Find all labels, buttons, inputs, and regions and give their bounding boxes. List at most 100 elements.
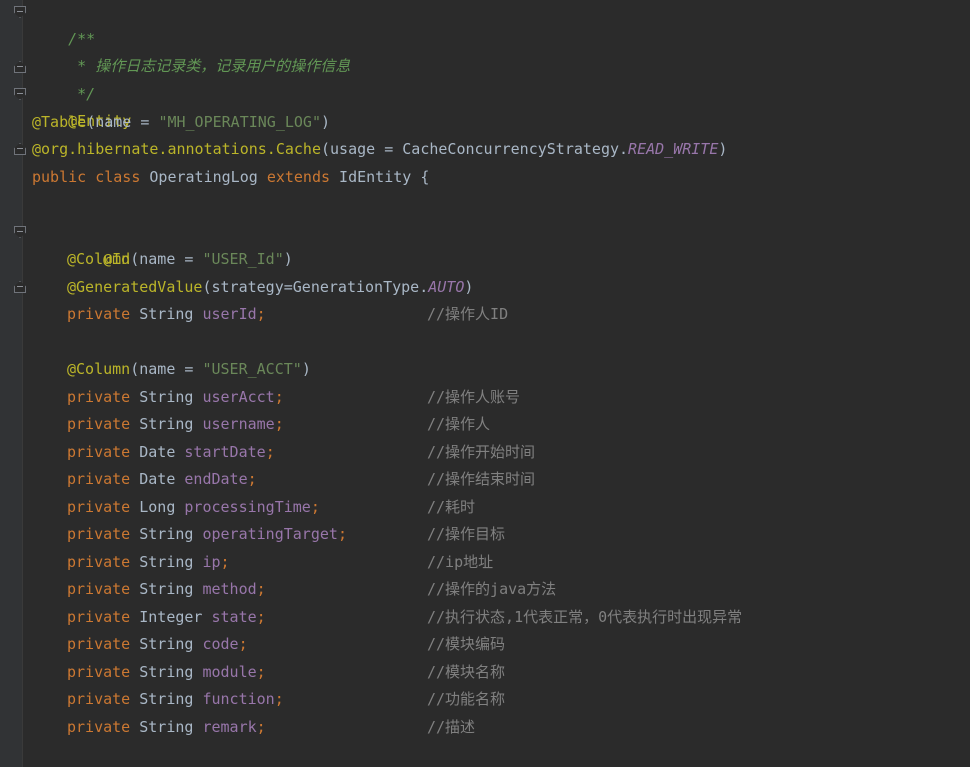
field-declaration-line[interactable]: private String module; //模块名称 — [67, 659, 505, 686]
field-declaration-line[interactable]: private String userAcct; //操作人账号 — [67, 384, 520, 411]
field-comment: //操作人 — [427, 415, 491, 433]
code-line-id-annotation[interactable]: @Id — [67, 219, 130, 268]
class-keyword: class — [95, 168, 141, 186]
field-type: String — [139, 305, 194, 323]
field-type: String — [139, 580, 194, 598]
field-declaration-line[interactable]: private Date endDate; //操作结束时间 — [67, 466, 535, 493]
field-type: Date — [139, 470, 176, 488]
field-declaration-line[interactable]: private String function; //功能名称 — [67, 686, 505, 713]
field-comment: //操作人账号 — [427, 388, 521, 406]
code-line-entity[interactable]: @Entity — [32, 81, 131, 130]
field-name: function — [202, 690, 275, 708]
semicolon: ; — [274, 415, 284, 433]
field-type: Date — [139, 443, 176, 461]
extends-keyword: extends — [266, 168, 331, 186]
field-name: userAcct — [202, 388, 275, 406]
private-keyword: private — [67, 663, 131, 681]
code-line-column-user-acct[interactable]: @Column(name = "USER_ACCT") — [67, 356, 311, 383]
cache-annotation: Cache — [275, 140, 321, 158]
field-type: String — [139, 690, 194, 708]
column-annotation: @Column — [67, 360, 131, 378]
cache-args: (usage = CacheConcurrencyStrategy. — [321, 140, 629, 158]
field-declaration-line[interactable]: private Long processingTime; //耗时 — [67, 494, 475, 521]
field-declaration-line[interactable]: private String remark; //描述 — [67, 714, 475, 741]
semicolon: ; — [265, 443, 275, 461]
column-args-close: ) — [283, 250, 293, 268]
field-comment: //操作的java方法 — [427, 580, 557, 598]
code-line-class-declaration[interactable]: public class OperatingLog extends IdEnti… — [32, 164, 429, 191]
field-name: remark — [202, 718, 257, 736]
field-type: String — [139, 388, 194, 406]
generated-value-args-close: ) — [464, 278, 474, 296]
editor-gutter — [0, 0, 23, 767]
field-type: String — [139, 415, 194, 433]
table-args-open: (name = — [86, 113, 159, 131]
field-comment: //操作人ID — [427, 305, 509, 323]
parent-class-name: IdEntity { — [330, 168, 430, 186]
cache-args-close: ) — [718, 140, 728, 158]
cache-annotation-prefix: @org.hibernate.annotations. — [32, 140, 276, 158]
field-name: username — [202, 415, 275, 433]
table-annotation: @Table — [32, 113, 87, 131]
field-name: endDate — [184, 470, 248, 488]
column-args-open: (name = — [130, 250, 203, 268]
code-line-cache[interactable]: @org.hibernate.annotations.Cache(usage =… — [32, 136, 727, 163]
field-type: Long — [139, 498, 176, 516]
private-keyword: private — [67, 608, 131, 626]
code-line-doc-close[interactable]: */ — [32, 54, 95, 103]
code-editor[interactable]: /** * 操作日志记录类，记录用户的操作信息 */ @Entity @Tabl… — [0, 0, 970, 767]
field-comment: //操作结束时间 — [427, 470, 536, 488]
private-keyword: private — [67, 690, 131, 708]
field-declaration-line[interactable]: private Integer state; //执行状态,1代表正常，0代表执行… — [67, 604, 742, 631]
semicolon: ; — [274, 388, 284, 406]
field-type: String — [139, 663, 194, 681]
field-declaration-line[interactable]: private String code; //模块编码 — [67, 631, 505, 658]
semicolon: ; — [274, 690, 284, 708]
field-declaration-line[interactable]: private String userId; //操作人ID — [67, 301, 508, 328]
field-name: ip — [202, 553, 221, 571]
code-line-generated-value[interactable]: @GeneratedValue(strategy=GenerationType.… — [67, 274, 473, 301]
field-declaration-line[interactable]: private String username; //操作人 — [67, 411, 490, 438]
semicolon: ; — [256, 718, 266, 736]
semicolon: ; — [256, 580, 266, 598]
field-comment: //ip地址 — [427, 553, 494, 571]
field-comment: //执行状态,1代表正常，0代表执行时出现异常 — [427, 608, 743, 626]
cache-strategy-constant: READ_WRITE — [628, 140, 719, 158]
private-keyword: private — [67, 553, 131, 571]
field-name: method — [202, 580, 257, 598]
semicolon: ; — [247, 470, 257, 488]
field-declaration-line[interactable]: private String ip; //ip地址 — [67, 549, 493, 576]
field-declaration-line[interactable]: private String operatingTarget; //操作目标 — [67, 521, 505, 548]
field-type: String — [139, 525, 194, 543]
private-keyword: private — [67, 443, 131, 461]
code-line-doc-text[interactable]: * 操作日志记录类，记录用户的操作信息 — [32, 26, 350, 75]
field-name: startDate — [184, 443, 266, 461]
user-id-column-string: "USER_Id" — [202, 250, 284, 268]
code-line-table[interactable]: @Table(name = "MH_OPERATING_LOG") — [32, 109, 330, 136]
private-keyword: private — [67, 718, 131, 736]
table-name-string: "MH_OPERATING_LOG" — [158, 113, 321, 131]
generated-strategy-constant: AUTO — [428, 278, 465, 296]
generated-value-args: (strategy=GenerationType. — [202, 278, 429, 296]
private-keyword: private — [67, 305, 131, 323]
private-keyword: private — [67, 635, 131, 653]
field-type: String — [139, 553, 194, 571]
field-name: state — [211, 608, 257, 626]
field-comment: //模块编码 — [427, 635, 506, 653]
column-args-close: ) — [301, 360, 311, 378]
field-type: String — [139, 635, 194, 653]
field-declaration-line[interactable]: private Date startDate; //操作开始时间 — [67, 439, 535, 466]
code-line-column-user-id[interactable]: @Column(name = "USER_Id") — [67, 246, 293, 273]
semicolon: ; — [256, 663, 266, 681]
field-comment: //描述 — [427, 718, 476, 736]
field-name: module — [202, 663, 257, 681]
field-declaration-line[interactable]: private String method; //操作的java方法 — [67, 576, 556, 603]
field-name: userId — [202, 305, 257, 323]
private-keyword: private — [67, 470, 131, 488]
semicolon: ; — [256, 305, 266, 323]
semicolon: ; — [220, 553, 230, 571]
semicolon: ; — [238, 635, 248, 653]
private-keyword: private — [67, 525, 131, 543]
code-line-doc-open[interactable]: /** — [32, 0, 95, 48]
private-keyword: private — [67, 580, 131, 598]
